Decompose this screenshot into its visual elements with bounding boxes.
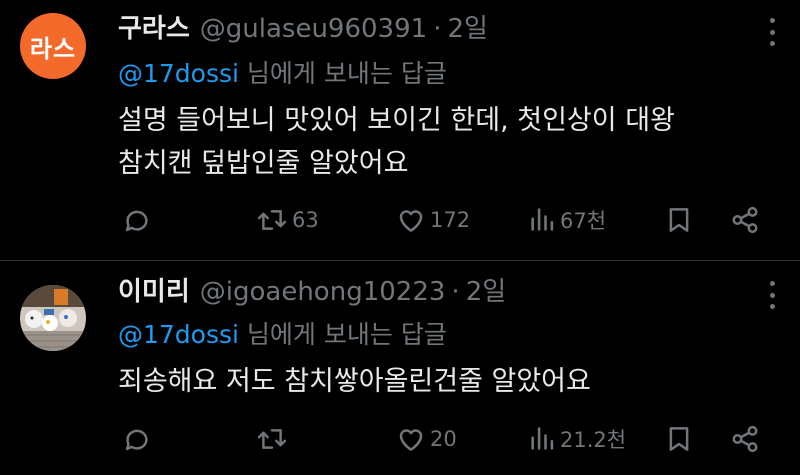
tweet-body-line: 참치캔 덮밥인줄 알았어요 <box>118 148 409 179</box>
views-count: 21.2천 <box>560 428 627 452</box>
bookmark-button[interactable] <box>664 419 694 459</box>
reply-to-line: @17dossi 님에게 보내는 답글 <box>118 59 447 89</box>
tweet-header: 구라스 @gulaseu960391 · 2일 <box>118 14 488 44</box>
views-icon <box>531 208 554 231</box>
mention-link[interactable]: @17dossi <box>118 59 239 88</box>
retweet-button[interactable] <box>256 419 292 459</box>
separator-dot: · <box>451 277 460 307</box>
bookmark-icon <box>669 427 689 451</box>
tweet-body-line: 죄송해요 저도 참치쌓아올린건줄 알았어요 <box>118 366 591 397</box>
like-button[interactable]: 20 <box>396 419 457 459</box>
display-name[interactable]: 구라스 <box>118 14 190 44</box>
avatar[interactable] <box>20 285 86 351</box>
tweet[interactable]: 이미리 @igoaehong10223 · 2일 @17dossi 님에게 보내는 답… <box>0 261 800 475</box>
action-bar: 20 21.2천 <box>0 419 800 459</box>
share-button[interactable] <box>730 200 760 240</box>
avatar-text: 라스 <box>29 34 77 63</box>
avatar[interactable]: 라스 <box>20 13 86 79</box>
like-button[interactable]: 172 <box>396 200 470 240</box>
timestamp[interactable]: 2일 <box>447 14 487 44</box>
avatar-photo <box>20 285 86 351</box>
retweet-count: 63 <box>292 208 319 232</box>
share-icon <box>732 206 758 234</box>
reply-button[interactable] <box>122 419 152 459</box>
tweet-body: 죄송해요 저도 참치쌓아올린건줄 알았어요 <box>118 360 591 403</box>
reply-button[interactable] <box>122 200 152 240</box>
reply-to-line: @17dossi 님에게 보내는 답글 <box>118 320 447 350</box>
like-count: 172 <box>430 208 471 232</box>
user-handle[interactable]: @igoaehong10223 <box>200 277 446 307</box>
more-icon[interactable] <box>770 281 776 309</box>
like-icon <box>399 210 423 232</box>
tweet-header: 이미리 @igoaehong10223 · 2일 <box>118 277 506 307</box>
views-button[interactable]: 67천 <box>528 200 606 240</box>
more-icon[interactable] <box>770 18 776 46</box>
tweet-body: 설명 들어보니 맛있어 보이긴 한데, 첫인상이 대왕 참치캔 덮밥인줄 알았어… <box>118 99 675 185</box>
share-button[interactable] <box>730 419 760 459</box>
tweet-body-line: 설명 들어보니 맛있어 보이긴 한데, 첫인상이 대왕 <box>118 105 675 136</box>
bookmark-button[interactable] <box>664 200 694 240</box>
display-name[interactable]: 이미리 <box>118 277 190 307</box>
reply-to-suffix: 님에게 보내는 답글 <box>238 320 447 349</box>
reply-icon <box>125 210 148 232</box>
like-icon <box>399 429 423 451</box>
retweet-icon <box>257 210 287 230</box>
retweet-icon <box>257 429 287 449</box>
views-icon <box>531 427 554 450</box>
bookmark-icon <box>669 208 689 232</box>
views-count: 67천 <box>560 209 607 233</box>
share-icon <box>732 425 758 453</box>
reply-icon <box>125 429 148 451</box>
reply-to-suffix: 님에게 보내는 답글 <box>238 59 447 88</box>
mention-link[interactable]: @17dossi <box>118 320 239 349</box>
user-handle[interactable]: @gulaseu960391 <box>200 14 427 44</box>
views-button[interactable]: 21.2천 <box>528 419 626 459</box>
action-bar: 63 172 67천 <box>0 200 800 240</box>
separator-dot: · <box>433 14 442 44</box>
tweet[interactable]: 라스 구라스 @gulaseu960391 · 2일 @17dossi 님에게 보내는… <box>0 0 800 260</box>
like-count: 20 <box>430 427 457 451</box>
timestamp[interactable]: 2일 <box>466 277 506 307</box>
retweet-button[interactable]: 63 <box>256 200 319 240</box>
